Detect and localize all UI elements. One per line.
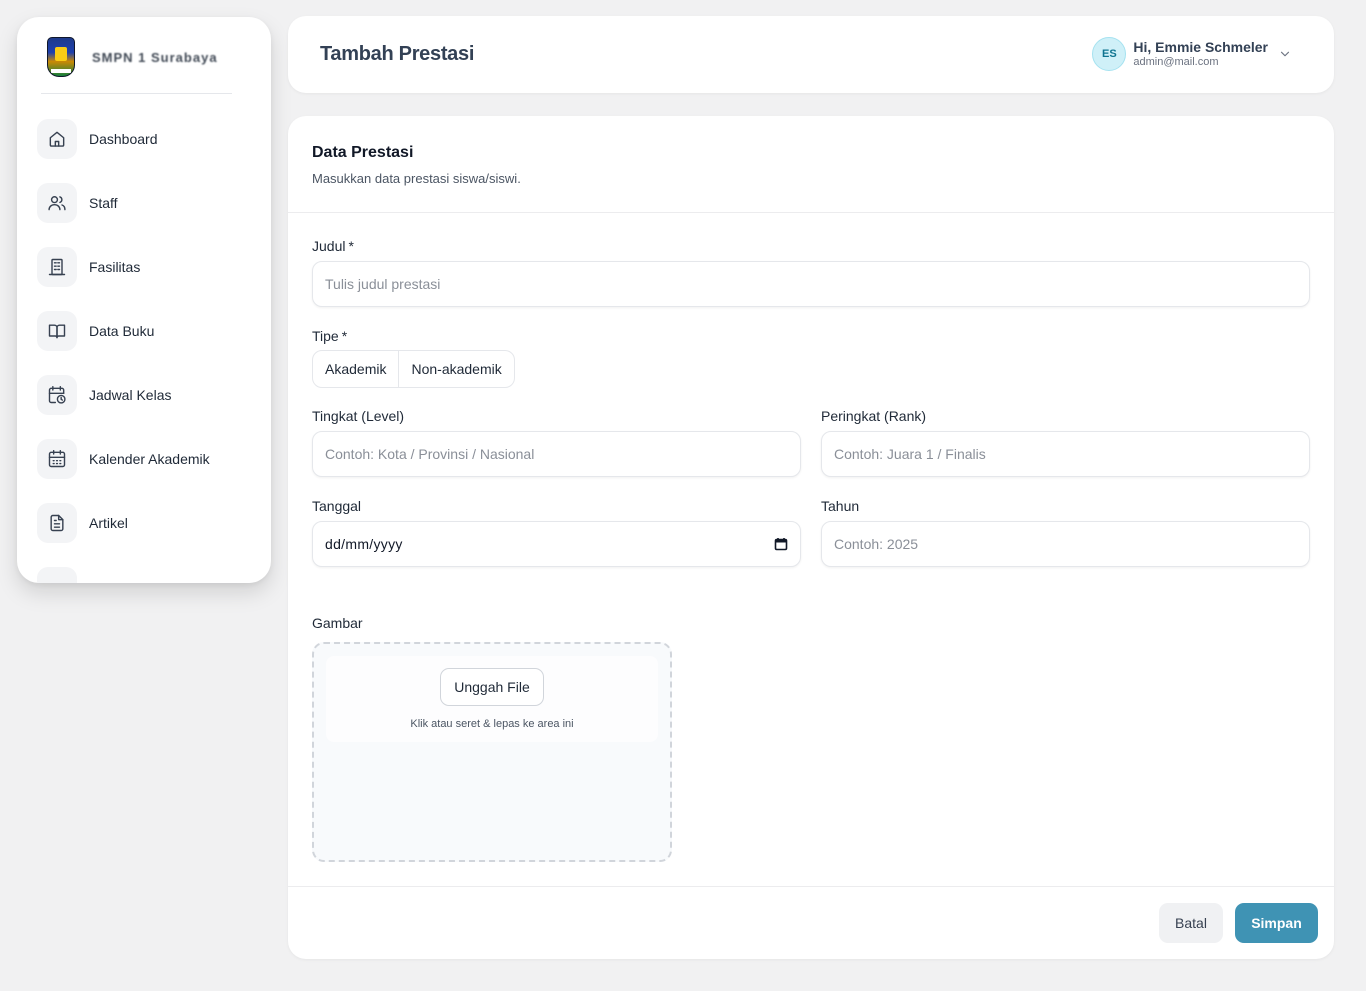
avatar: ES bbox=[1092, 37, 1127, 71]
upload-file-button[interactable]: Unggah File bbox=[440, 668, 544, 706]
tanggal-field[interactable]: dd/mm/yyyy bbox=[312, 521, 801, 567]
user-greeting: Hi, Emmie Schmeler bbox=[1133, 39, 1268, 55]
calendar-clock-icon bbox=[37, 375, 77, 415]
school-emblem-icon bbox=[47, 37, 75, 77]
image-dropzone[interactable]: Unggah File Klik atau seret & lepas ke a… bbox=[312, 642, 672, 862]
sidebar-nav: Dashboard Staff Fasilitas Data Buku Jadw… bbox=[37, 119, 210, 583]
tipe-label: Tipe * bbox=[312, 328, 347, 344]
user-info: Hi, Emmie Schmeler admin@mail.com bbox=[1133, 39, 1268, 69]
tingkat-input[interactable] bbox=[325, 432, 788, 476]
judul-label-text: Judul bbox=[312, 238, 346, 254]
date-input[interactable]: dd/mm/yyyy bbox=[325, 536, 774, 552]
tahun-input[interactable] bbox=[834, 522, 1297, 566]
chevron-down-icon[interactable] bbox=[1278, 47, 1292, 61]
book-icon bbox=[37, 311, 77, 351]
brand[interactable]: SMPN 1 Surabaya bbox=[47, 37, 218, 77]
user-email: admin@mail.com bbox=[1133, 55, 1219, 68]
sidebar-item-kalender-akademik[interactable]: Kalender Akademik bbox=[37, 439, 210, 479]
tipe-toggle-group: Akademik Non-akademik bbox=[312, 350, 515, 388]
sidebar-item-data-buku[interactable]: Data Buku bbox=[37, 311, 210, 351]
sidebar-item-label: Dashboard bbox=[89, 131, 158, 147]
form-card: Data Prestasi Masukkan data prestasi sis… bbox=[288, 116, 1334, 959]
tingkat-label: Tingkat (Level) bbox=[312, 408, 405, 424]
tipe-label-text: Tipe bbox=[312, 328, 339, 344]
tingkat-field[interactable] bbox=[312, 431, 801, 477]
sidebar-item-artikel[interactable]: Artikel bbox=[37, 503, 210, 543]
sidebar-item-label: Jadwal Kelas bbox=[89, 387, 172, 403]
section-subtitle: Masukkan data prestasi siswa/siswi. bbox=[312, 171, 521, 186]
building-icon bbox=[37, 247, 77, 287]
home-icon bbox=[37, 119, 77, 159]
document-icon bbox=[37, 503, 77, 543]
tahun-field[interactable] bbox=[821, 521, 1310, 567]
page-title: Tambah Prestasi bbox=[320, 43, 475, 65]
section-title: Data Prestasi bbox=[312, 144, 414, 161]
tahun-label: Tahun bbox=[821, 498, 860, 514]
sidebar-item-label: Data Buku bbox=[89, 323, 155, 339]
sidebar: SMPN 1 Surabaya Dashboard Staff Fasilita… bbox=[17, 17, 271, 583]
gambar-label: Gambar bbox=[312, 615, 363, 631]
peringkat-label: Peringkat (Rank) bbox=[821, 408, 927, 424]
judul-label: Judul * bbox=[312, 238, 354, 254]
peringkat-input[interactable] bbox=[834, 432, 1297, 476]
sidebar-item-label: Fasilitas bbox=[89, 259, 141, 275]
judul-input[interactable] bbox=[325, 262, 1297, 306]
user-menu[interactable]: ES Hi, Emmie Schmeler admin@mail.com bbox=[1092, 37, 1292, 71]
top-header: Tambah Prestasi ES Hi, Emmie Schmeler ad… bbox=[288, 16, 1334, 93]
peringkat-field[interactable] bbox=[821, 431, 1310, 477]
save-button[interactable]: Simpan bbox=[1235, 903, 1318, 943]
required-mark: * bbox=[348, 238, 354, 254]
divider bbox=[288, 212, 1334, 213]
more-icon bbox=[37, 567, 77, 583]
sidebar-item-label: Artikel bbox=[89, 515, 128, 531]
sidebar-item-label: Kalender Akademik bbox=[89, 451, 210, 467]
sidebar-item-partial[interactable] bbox=[37, 567, 210, 583]
tanggal-label: Tanggal bbox=[312, 498, 362, 514]
divider bbox=[288, 886, 1334, 887]
brand-divider bbox=[41, 93, 232, 94]
required-mark: * bbox=[341, 328, 348, 344]
cancel-button[interactable]: Batal bbox=[1159, 903, 1223, 943]
tipe-option-non-akademik[interactable]: Non-akademik bbox=[398, 351, 513, 387]
sidebar-item-jadwal-kelas[interactable]: Jadwal Kelas bbox=[37, 375, 210, 415]
sidebar-item-fasilitas[interactable]: Fasilitas bbox=[37, 247, 210, 287]
judul-field[interactable] bbox=[312, 261, 1310, 307]
calendar-picker-icon[interactable] bbox=[774, 537, 788, 551]
dropzone-hint: Klik atau seret & lepas ke area ini bbox=[410, 718, 574, 730]
sidebar-item-dashboard[interactable]: Dashboard bbox=[37, 119, 210, 159]
sidebar-item-staff[interactable]: Staff bbox=[37, 183, 210, 223]
sidebar-item-label: Staff bbox=[89, 195, 118, 211]
tipe-option-akademik[interactable]: Akademik bbox=[313, 351, 398, 387]
users-icon bbox=[37, 183, 77, 223]
calendar-icon bbox=[37, 439, 77, 479]
dropzone-content: Unggah File Klik atau seret & lepas ke a… bbox=[326, 656, 658, 742]
brand-name: SMPN 1 Surabaya bbox=[92, 49, 218, 65]
